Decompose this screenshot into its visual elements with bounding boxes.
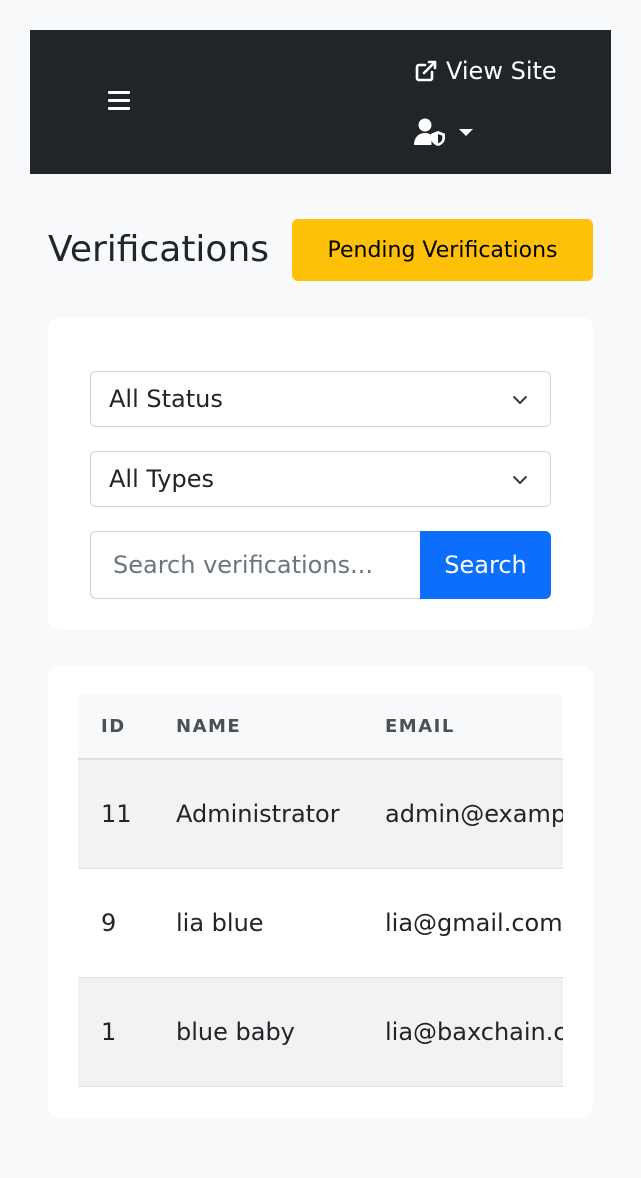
search-group: Search <box>90 531 551 599</box>
chevron-down-icon <box>513 476 527 484</box>
chevron-down-icon <box>513 396 527 404</box>
status-filter-value: All Status <box>109 385 223 413</box>
top-navbar: View Site <box>30 30 611 174</box>
row-name: blue baby <box>176 1017 295 1046</box>
view-site-link[interactable]: View Site <box>414 56 557 86</box>
hamburger-menu-icon[interactable] <box>108 91 130 110</box>
type-filter-value: All Types <box>109 465 215 493</box>
row-id: 1 <box>101 1017 117 1046</box>
row-id: 9 <box>101 908 117 937</box>
table-header-row: ID NAME EMAIL <box>78 695 563 759</box>
search-input[interactable] <box>90 531 420 599</box>
filters-card: All Status All Types Search <box>48 317 593 629</box>
row-name: lia blue <box>176 908 264 937</box>
user-shield-icon <box>414 118 445 146</box>
column-header-name[interactable]: NAME <box>153 695 362 759</box>
table-row[interactable]: 1 blue baby lia@baxchain.com <box>78 977 563 1086</box>
verifications-table: ID NAME EMAIL 11 Administrator admin@exa… <box>78 695 563 1087</box>
pending-verifications-button[interactable]: Pending Verifications <box>292 219 593 281</box>
status-filter-select[interactable]: All Status <box>90 371 551 427</box>
row-email: admin@example.com <box>385 799 563 828</box>
search-button[interactable]: Search <box>420 531 551 599</box>
column-header-email[interactable]: EMAIL <box>362 695 563 759</box>
row-email: lia@baxchain.com <box>385 1017 563 1046</box>
table-scroll-container[interactable]: ID NAME EMAIL 11 Administrator admin@exa… <box>78 695 563 1088</box>
column-header-id[interactable]: ID <box>78 695 153 759</box>
row-email: lia@gmail.com <box>385 908 563 937</box>
chevron-down-icon <box>459 128 473 136</box>
verifications-table-card: ID NAME EMAIL 11 Administrator admin@exa… <box>48 665 593 1118</box>
external-link-icon <box>415 60 437 82</box>
table-row[interactable]: 9 lia blue lia@gmail.com <box>78 868 563 977</box>
page-title: Verifications <box>48 229 270 270</box>
table-row[interactable]: 11 Administrator admin@example.com <box>78 759 563 868</box>
user-menu-dropdown[interactable] <box>414 116 473 148</box>
row-name: Administrator <box>176 799 340 828</box>
row-id: 11 <box>101 799 132 828</box>
type-filter-select[interactable]: All Types <box>90 451 551 507</box>
view-site-label: View Site <box>446 57 557 85</box>
